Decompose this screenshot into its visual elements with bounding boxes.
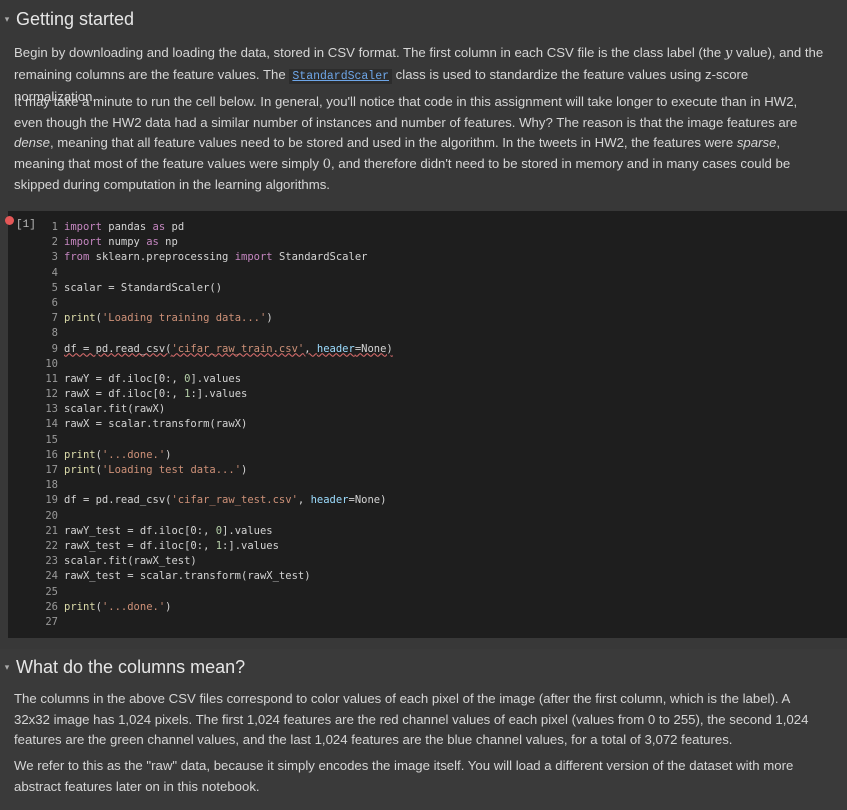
columns-paragraph: The columns in the above CSV files corre… (14, 691, 809, 747)
line-number: 6 (51, 296, 58, 309)
code-line[interactable]: 4 (36, 266, 836, 281)
line-number: 4 (51, 266, 58, 279)
line-number: 17 (45, 464, 58, 476)
code-line[interactable]: 2 import numpy as np (36, 235, 836, 250)
code-line[interactable]: 6 (36, 296, 836, 311)
raw-data-paragraph: We refer to this as the "raw" data, beca… (14, 758, 794, 794)
code-line[interactable]: 7 print('Loading training data...') (36, 311, 836, 326)
code-line[interactable]: 14 rawX = scalar.transform(rawX) (36, 417, 836, 432)
line-number: 25 (45, 585, 58, 598)
code-editor[interactable]: 1 import pandas as pd 2 import numpy as np 3… (36, 220, 836, 630)
code-line[interactable]: 9 df = pd.read_csv('cifar_raw_train.csv',… (36, 342, 836, 357)
code-line[interactable]: 5 scalar = StandardScaler() (36, 281, 836, 296)
line-number: 11 (45, 372, 58, 385)
getting-started-section: ▾ Getting started Begin by downloading a… (0, 0, 847, 210)
line-number: 12 (45, 388, 58, 401)
code-line[interactable]: 20 (36, 509, 836, 524)
code-text: print('Loading test data...') (64, 464, 248, 476)
code-line[interactable]: 15 (36, 433, 836, 448)
code-text: import numpy as np (64, 236, 178, 249)
line-number: 1 (51, 221, 58, 233)
code-line[interactable]: 10 (36, 357, 836, 372)
line-number: 16 (45, 448, 58, 461)
code-line[interactable]: 11 rawY = df.iloc[0:, 0].values (36, 372, 836, 387)
run-indicator-icon[interactable] (5, 216, 14, 225)
columns-section: ▾ What do the columns mean? The columns … (0, 649, 847, 810)
code-line[interactable]: 3 from sklearn.preprocessing import Stand… (36, 250, 836, 265)
code-text: print('...done.') (64, 600, 172, 613)
line-number: 18 (45, 479, 58, 492)
line-number: 10 (45, 357, 58, 370)
code-text: df = pd.read_csv('cifar_raw_test.csv', h… (64, 494, 387, 507)
code-line[interactable]: 23 scalar.fit(rawX_test) (36, 554, 836, 569)
line-number: 24 (45, 570, 58, 583)
line-number: 9 (51, 342, 58, 355)
line-number: 22 (45, 539, 58, 552)
code-line[interactable]: 8 (36, 326, 836, 341)
line-number: 8 (51, 327, 58, 340)
code-line[interactable]: 26 print('...done.') (36, 600, 836, 615)
code-text: scalar = StandardScaler() (64, 281, 223, 294)
code-text: from sklearn.preprocessing import Standa… (64, 251, 368, 264)
line-number: 19 (45, 494, 58, 507)
line-number: 7 (51, 312, 58, 325)
line-number: 13 (45, 403, 58, 416)
code-text: rawX_test = df.iloc[0:, 1:].values (64, 539, 279, 552)
code-text: import pandas as pd (64, 221, 185, 233)
runtime-paragraph: It may take a minute to run the cell bel… (14, 94, 798, 192)
code-line[interactable]: 16 print('...done.') (36, 448, 836, 463)
code-text: scalar.fit(rawX_test) (64, 555, 197, 568)
code-text: rawX_test = scalar.transform(rawX_test) (64, 570, 311, 583)
code-text: rawX = df.iloc[0:, 1:].values (64, 388, 248, 401)
code-text: scalar.fit(rawX) (64, 403, 166, 416)
line-number: 5 (51, 281, 58, 294)
getting-started-header[interactable]: ▾ Getting started (0, 9, 134, 30)
line-number: 23 (45, 555, 58, 568)
code-line[interactable]: 27 (36, 615, 836, 630)
line-number: 14 (45, 418, 58, 431)
code-line[interactable]: 13 scalar.fit(rawX) (36, 402, 836, 417)
line-number: 26 (45, 600, 58, 613)
line-number: 27 (45, 615, 58, 628)
columns-header[interactable]: ▾ What do the columns mean? (0, 657, 245, 678)
code-text: df = pd.read_csv('cifar_raw_train.csv', … (64, 342, 393, 355)
code-line[interactable]: 17 print('Loading test data...') (36, 463, 836, 478)
line-number: 2 (51, 236, 58, 249)
line-number: 15 (45, 433, 58, 446)
collapse-caret-icon[interactable]: ▾ (0, 661, 14, 675)
line-number: 20 (45, 509, 58, 522)
section-heading: Getting started (16, 9, 135, 29)
section-heading: What do the columns mean? (16, 657, 246, 677)
code-text: rawX = scalar.transform(rawX) (64, 418, 248, 431)
code-text: rawY = df.iloc[0:, 0].values (64, 372, 242, 385)
line-number: 21 (45, 524, 58, 537)
code-line[interactable]: 1 import pandas as pd (36, 220, 836, 235)
collapse-caret-icon[interactable]: ▾ (0, 13, 14, 27)
code-text: print('Loading training data...') (64, 312, 273, 325)
code-line[interactable]: 25 (36, 585, 836, 600)
code-line[interactable]: 24 rawX_test = scalar.transform(rawX_test… (36, 569, 836, 584)
code-line[interactable]: 19 df = pd.read_csv('cifar_raw_test.csv',… (36, 493, 836, 508)
line-number: 3 (51, 251, 58, 264)
code-text: print('...done.') (64, 448, 172, 461)
code-line[interactable]: 12 rawX = df.iloc[0:, 1:].values (36, 387, 836, 402)
code-line[interactable]: 22 rawX_test = df.iloc[0:, 1:].values (36, 539, 836, 554)
code-line[interactable]: 21 rawY_test = df.iloc[0:, 0].values (36, 524, 836, 539)
code-text: rawY_test = df.iloc[0:, 0].values (64, 524, 273, 537)
execution-count: [1] (16, 219, 36, 231)
code-line[interactable]: 18 (36, 478, 836, 493)
code-cell[interactable]: [1] 1 import pandas as pd 2 import numpy as… (5, 211, 847, 638)
standardscaler-link[interactable]: StandardScaler (289, 68, 393, 84)
